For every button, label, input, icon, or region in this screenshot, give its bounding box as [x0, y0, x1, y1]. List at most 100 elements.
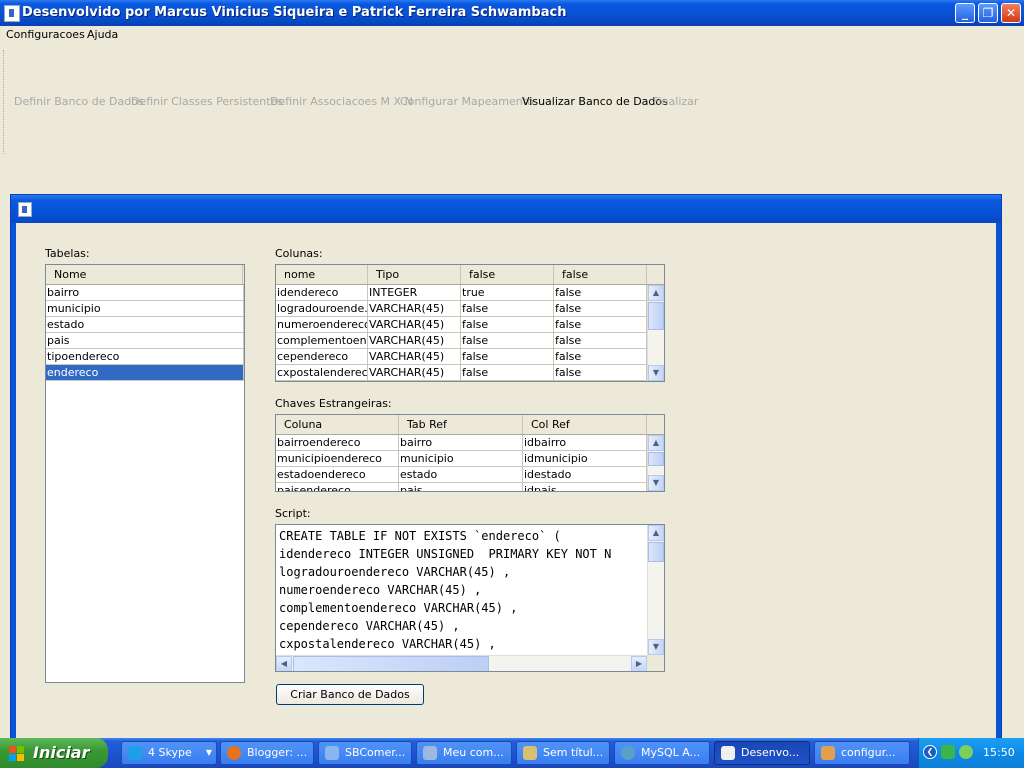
column-header-col-ref[interactable]: Col Ref	[523, 415, 647, 434]
table-cell: municipio	[399, 451, 523, 467]
script-line: cxpostalendereco VARCHAR(45) ,	[279, 637, 496, 651]
table-row[interactable]: numeroendereco VARCHAR(45) false false	[276, 317, 647, 333]
taskbar-label: MySQL A...	[641, 746, 701, 759]
table-cell: municipioendereco	[276, 451, 399, 467]
column-header-nome[interactable]: nome	[276, 265, 368, 284]
script-line: CREATE TABLE IF NOT EXISTS `endereco` (	[279, 529, 561, 543]
table-cell: estado	[399, 467, 523, 483]
table-row[interactable]: municipioendereco municipio idmunicipio	[276, 451, 647, 467]
frame-border-right	[996, 223, 1001, 755]
taskbar-button-skype[interactable]: 4 Skype ▼	[121, 741, 217, 765]
scroll-down-icon[interactable]: ▼	[648, 639, 664, 655]
scroll-down-icon[interactable]: ▼	[648, 475, 664, 491]
table-cell: cependereco	[276, 349, 368, 365]
column-header-tipo[interactable]: Tipo	[368, 265, 461, 284]
script-line: cependereco VARCHAR(45) ,	[279, 619, 460, 633]
scroll-up-icon[interactable]: ▲	[648, 525, 664, 541]
tray-expand-icon[interactable]: ❮	[923, 745, 937, 759]
scroll-up-icon[interactable]: ▲	[648, 285, 664, 301]
taskbar-button-mysql[interactable]: MySQL A...	[614, 741, 710, 765]
chaves-vertical-scrollbar[interactable]: ▲ ▼	[647, 435, 664, 491]
table-row[interactable]: pais	[46, 333, 244, 349]
step-finalizar[interactable]: Finalizar	[653, 95, 698, 108]
column-header-nome[interactable]: Nome	[46, 265, 243, 284]
mysql-icon	[621, 746, 635, 760]
colunas-vertical-scrollbar[interactable]: ▲ ▼	[647, 285, 664, 381]
table-row[interactable]: estadoendereco estado idestado	[276, 467, 647, 483]
script-line: complementoendereco VARCHAR(45) ,	[279, 601, 518, 615]
toolbar-gripper[interactable]	[3, 50, 7, 154]
table-cell: VARCHAR(45)	[368, 349, 461, 365]
table-cell: bairro	[399, 435, 523, 451]
table-cell: idestado	[523, 467, 647, 483]
table-row[interactable]: bairroendereco bairro idbairro	[276, 435, 647, 451]
column-header-coluna[interactable]: Coluna	[276, 415, 399, 434]
scroll-left-icon[interactable]: ◀	[276, 656, 292, 671]
script-textarea[interactable]: CREATE TABLE IF NOT EXISTS `endereco` ( …	[275, 524, 665, 672]
table-cell: false	[461, 301, 554, 317]
scroll-down-icon[interactable]: ▼	[648, 365, 664, 381]
step-visualizar-banco[interactable]: Visualizar Banco de Dados	[522, 95, 668, 108]
clock[interactable]: 15:50	[983, 746, 1015, 759]
column-header-tab-ref[interactable]: Tab Ref	[399, 415, 523, 434]
table-row[interactable]: bairro	[46, 285, 244, 301]
table-row[interactable]: cxpostalendereco VARCHAR(45) false false	[276, 365, 647, 381]
chaves-label: Chaves Estrangeiras:	[275, 397, 392, 410]
table-cell: VARCHAR(45)	[368, 333, 461, 349]
minimize-button[interactable]: _	[955, 3, 975, 23]
scroll-up-icon[interactable]: ▲	[648, 435, 664, 451]
taskbar-button-blogger[interactable]: Blogger: ...	[220, 741, 314, 765]
scroll-thumb[interactable]	[648, 302, 664, 330]
table-row[interactable]: paisendereco pais idpais	[276, 483, 647, 491]
taskbar-label: Sem títul...	[543, 746, 604, 759]
step-definir-classes[interactable]: Definir Classes Persistentes	[131, 95, 283, 108]
step-definir-banco[interactable]: Definir Banco de Dados	[14, 95, 144, 108]
table-row[interactable]: complementoen... VARCHAR(45) false false	[276, 333, 647, 349]
scroll-thumb[interactable]	[648, 542, 664, 562]
script-horizontal-scrollbar[interactable]: ◀ ▶	[276, 655, 647, 671]
maximize-button[interactable]: ❐	[978, 3, 998, 23]
table-cell: false	[461, 333, 554, 349]
taskbar-button-sbcomer[interactable]: SBComer...	[318, 741, 412, 765]
table-row[interactable]: estado	[46, 317, 244, 333]
script-line: numeroendereco VARCHAR(45) ,	[279, 583, 482, 597]
chevron-down-icon: ▼	[205, 748, 212, 757]
criar-banco-button[interactable]: Criar Banco de Dados	[276, 684, 424, 705]
table-row[interactable]: idendereco INTEGER true false	[276, 285, 647, 301]
colunas-label: Colunas:	[275, 247, 323, 260]
start-button[interactable]: Iniciar	[0, 738, 108, 768]
taskbar-button-desenvolvido[interactable]: Desenvo...	[714, 741, 810, 765]
script-vertical-scrollbar[interactable]: ▲ ▼	[647, 525, 664, 655]
scroll-thumb[interactable]	[293, 656, 489, 671]
step-definir-associacoes[interactable]: Definir Associacoes M X N	[270, 95, 413, 108]
table-cell: idendereco	[276, 285, 368, 301]
scroll-thumb[interactable]	[648, 452, 664, 466]
table-cell: paisendereco	[276, 483, 399, 491]
tabelas-label: Tabelas:	[45, 247, 90, 260]
step-configurar-mapeamento[interactable]: Configurar Mapeamento	[400, 95, 534, 108]
window-titlebar[interactable]: Desenvolvido por Marcus Vinicius Siqueir…	[0, 0, 1024, 26]
column-header-false[interactable]: false	[461, 265, 554, 284]
taskbar-button-configur[interactable]: configur...	[814, 741, 910, 765]
taskbar-button-paint[interactable]: Sem títul...	[516, 741, 610, 765]
table-row[interactable]: cependereco VARCHAR(45) false false	[276, 349, 647, 365]
messenger-icon[interactable]	[959, 745, 973, 759]
taskbar-button-meu-computador[interactable]: Meu com...	[416, 741, 512, 765]
scroll-right-icon[interactable]: ▶	[631, 656, 647, 671]
column-header-false[interactable]: false	[554, 265, 647, 284]
table-cell: VARCHAR(45)	[368, 365, 461, 381]
table-row[interactable]: logradouroende... VARCHAR(45) false fals…	[276, 301, 647, 317]
table-cell: idbairro	[523, 435, 647, 451]
table-cell: estadoendereco	[276, 467, 399, 483]
accessibility-icon[interactable]	[941, 745, 955, 759]
table-row[interactable]: tipoendereco	[46, 349, 244, 365]
table-row-selected[interactable]: endereco	[46, 365, 244, 381]
close-button[interactable]: ✕	[1001, 3, 1021, 23]
menu-ajuda[interactable]: Ajuda	[87, 28, 118, 41]
menu-configuracoes[interactable]: Configuracoes	[6, 28, 85, 41]
internal-frame-titlebar[interactable]	[11, 195, 1001, 223]
table-row[interactable]: municipio	[46, 301, 244, 317]
colunas-table: nome Tipo false false idendereco INTEGER…	[275, 264, 665, 382]
firefox-icon	[227, 746, 241, 760]
scroll-corner	[647, 655, 664, 671]
